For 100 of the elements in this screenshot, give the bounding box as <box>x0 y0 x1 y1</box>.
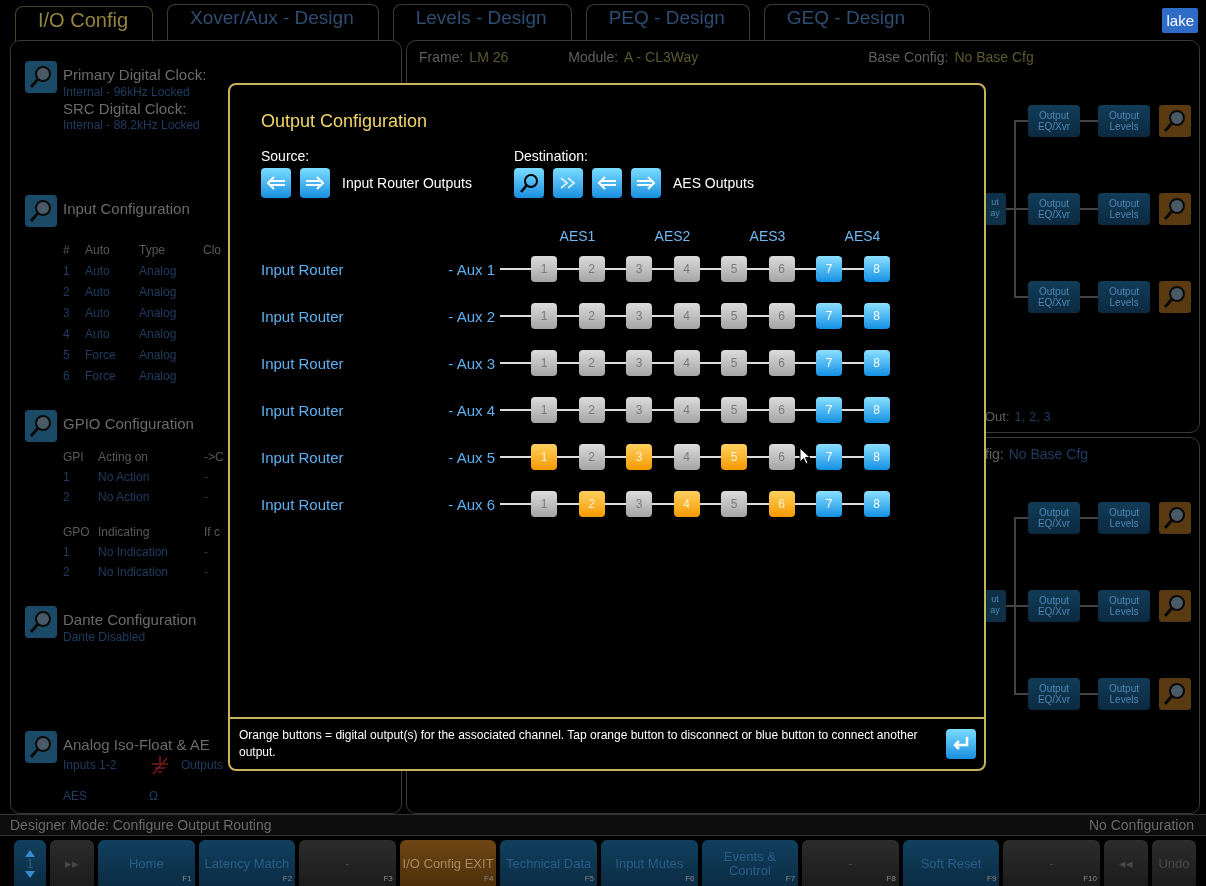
tab[interactable]: PEQ - Design <box>585 4 750 40</box>
output-button[interactable]: 1 <box>531 256 557 282</box>
next-button[interactable] <box>630 168 661 198</box>
output-button[interactable]: 3 <box>626 303 652 329</box>
levels-block[interactable]: Output Levels <box>1098 193 1150 225</box>
function-key[interactable]: Latency Match F2 <box>198 840 296 886</box>
search-icon[interactable] <box>25 410 57 442</box>
levels-block[interactable]: Output Levels <box>1098 590 1150 623</box>
output-button[interactable]: 8 <box>863 491 890 517</box>
output-button[interactable]: 3 <box>626 491 652 517</box>
output-button[interactable]: 6 <box>768 350 795 376</box>
output-button[interactable]: 5 <box>721 397 747 423</box>
search-icon[interactable] <box>25 606 57 638</box>
output-button[interactable]: 6 <box>768 256 795 282</box>
output-button[interactable]: 1 <box>531 303 557 329</box>
output-button[interactable]: 4 <box>673 444 700 470</box>
search-icon[interactable] <box>1159 590 1191 623</box>
search-icon[interactable] <box>1159 502 1191 535</box>
output-button[interactable]: 6 <box>768 491 795 517</box>
output-button[interactable]: 7 <box>816 256 842 282</box>
output-button[interactable]: 7 <box>816 491 842 517</box>
function-key[interactable]: 1 <box>14 840 46 886</box>
search-icon[interactable] <box>25 195 57 227</box>
output-button[interactable]: 1 <box>531 397 557 423</box>
function-key[interactable]: Technical Data F5 <box>500 840 597 886</box>
output-button[interactable]: 5 <box>721 444 747 470</box>
levels-block[interactable]: Output Levels <box>1098 105 1150 137</box>
output-button[interactable]: 4 <box>673 350 700 376</box>
output-button[interactable]: 4 <box>673 303 700 329</box>
eq-block[interactable]: Output EQ/Xvr <box>1028 502 1080 535</box>
function-key[interactable]: Input Mutes F6 <box>600 840 698 886</box>
output-button[interactable]: 8 <box>863 397 890 423</box>
search-icon[interactable] <box>1159 281 1191 313</box>
output-button[interactable]: 8 <box>863 303 890 329</box>
output-button[interactable]: 1 <box>531 350 557 376</box>
return-button[interactable] <box>946 729 976 759</box>
search-icon[interactable] <box>1159 193 1191 225</box>
output-button[interactable]: 2 <box>578 491 605 517</box>
eq-block[interactable]: Output EQ/Xvr <box>1028 193 1080 225</box>
key-hint: F5 <box>584 873 594 885</box>
eq-block[interactable]: Output EQ/Xvr <box>1028 678 1080 711</box>
levels-block[interactable]: Output Levels <box>1098 502 1150 535</box>
output-button[interactable]: 6 <box>768 303 795 329</box>
output-button[interactable]: 2 <box>578 350 605 376</box>
tab[interactable]: Xover/Aux - Design <box>167 4 379 40</box>
function-key[interactable]: Soft Reset F9 <box>902 840 1000 886</box>
function-key[interactable]: Home F1 <box>98 840 195 886</box>
output-button[interactable]: 8 <box>863 350 890 376</box>
module-stub[interactable]: ut ay <box>984 193 1006 225</box>
output-button[interactable]: 3 <box>626 444 652 470</box>
levels-block[interactable]: Output Levels <box>1098 281 1150 313</box>
output-button[interactable]: 4 <box>673 256 700 282</box>
output-button[interactable]: 5 <box>721 491 747 517</box>
function-key[interactable]: I/O Config EXIT F4 <box>399 840 497 886</box>
tab[interactable]: GEQ - Design <box>763 4 931 40</box>
output-button[interactable]: 7 <box>816 397 842 423</box>
output-button[interactable]: 2 <box>578 397 605 423</box>
search-icon[interactable] <box>1159 105 1191 137</box>
search-icon[interactable] <box>25 61 57 93</box>
output-button[interactable]: 7 <box>816 350 842 376</box>
output-button[interactable]: 8 <box>863 444 890 470</box>
output-button[interactable]: 6 <box>768 444 795 470</box>
tab[interactable]: I/O Config <box>15 6 154 42</box>
fast-forward-button[interactable] <box>552 168 583 198</box>
tab[interactable]: Levels - Design <box>392 4 572 40</box>
header-label: Module: <box>568 49 619 65</box>
previous-button[interactable] <box>591 168 622 198</box>
search-button[interactable] <box>513 168 544 198</box>
function-key[interactable]: Events & Control F7 <box>701 840 799 886</box>
output-button[interactable]: 1 <box>531 491 557 517</box>
output-button[interactable]: 5 <box>721 350 747 376</box>
output-button[interactable]: 8 <box>863 256 890 282</box>
info-text: If c <box>204 525 221 540</box>
eq-block[interactable]: Output EQ/Xvr <box>1028 590 1080 623</box>
info-text: Inputs 1-2 <box>63 757 118 773</box>
channel-name: - Aux 3 <box>447 354 495 372</box>
eq-block[interactable]: Output EQ/Xvr <box>1028 105 1080 137</box>
output-button[interactable]: 2 <box>578 444 605 470</box>
levels-block[interactable]: Output Levels <box>1098 678 1150 711</box>
output-button[interactable]: 4 <box>673 397 700 423</box>
output-button[interactable]: 2 <box>578 256 605 282</box>
search-icon[interactable] <box>25 731 57 763</box>
output-button[interactable]: 5 <box>721 256 747 282</box>
output-button[interactable]: 3 <box>626 256 652 282</box>
output-button[interactable]: 4 <box>673 491 700 517</box>
eq-block[interactable]: Output EQ/Xvr <box>1028 281 1080 313</box>
output-button[interactable]: 7 <box>816 444 842 470</box>
output-button[interactable]: 2 <box>578 303 605 329</box>
module-stub[interactable]: ut ay <box>984 590 1006 623</box>
group-label: AES1 <box>558 228 597 244</box>
output-button[interactable]: 7 <box>816 303 842 329</box>
dialog-title: Output Configuration <box>261 111 428 132</box>
output-button[interactable]: 6 <box>768 397 795 423</box>
info-text: # <box>63 243 71 258</box>
output-button[interactable]: 3 <box>626 397 652 423</box>
output-button[interactable]: 3 <box>626 350 652 376</box>
search-icon <box>517 172 540 194</box>
output-button[interactable]: 1 <box>531 444 557 470</box>
output-button[interactable]: 5 <box>721 303 747 329</box>
search-icon[interactable] <box>1159 678 1191 711</box>
